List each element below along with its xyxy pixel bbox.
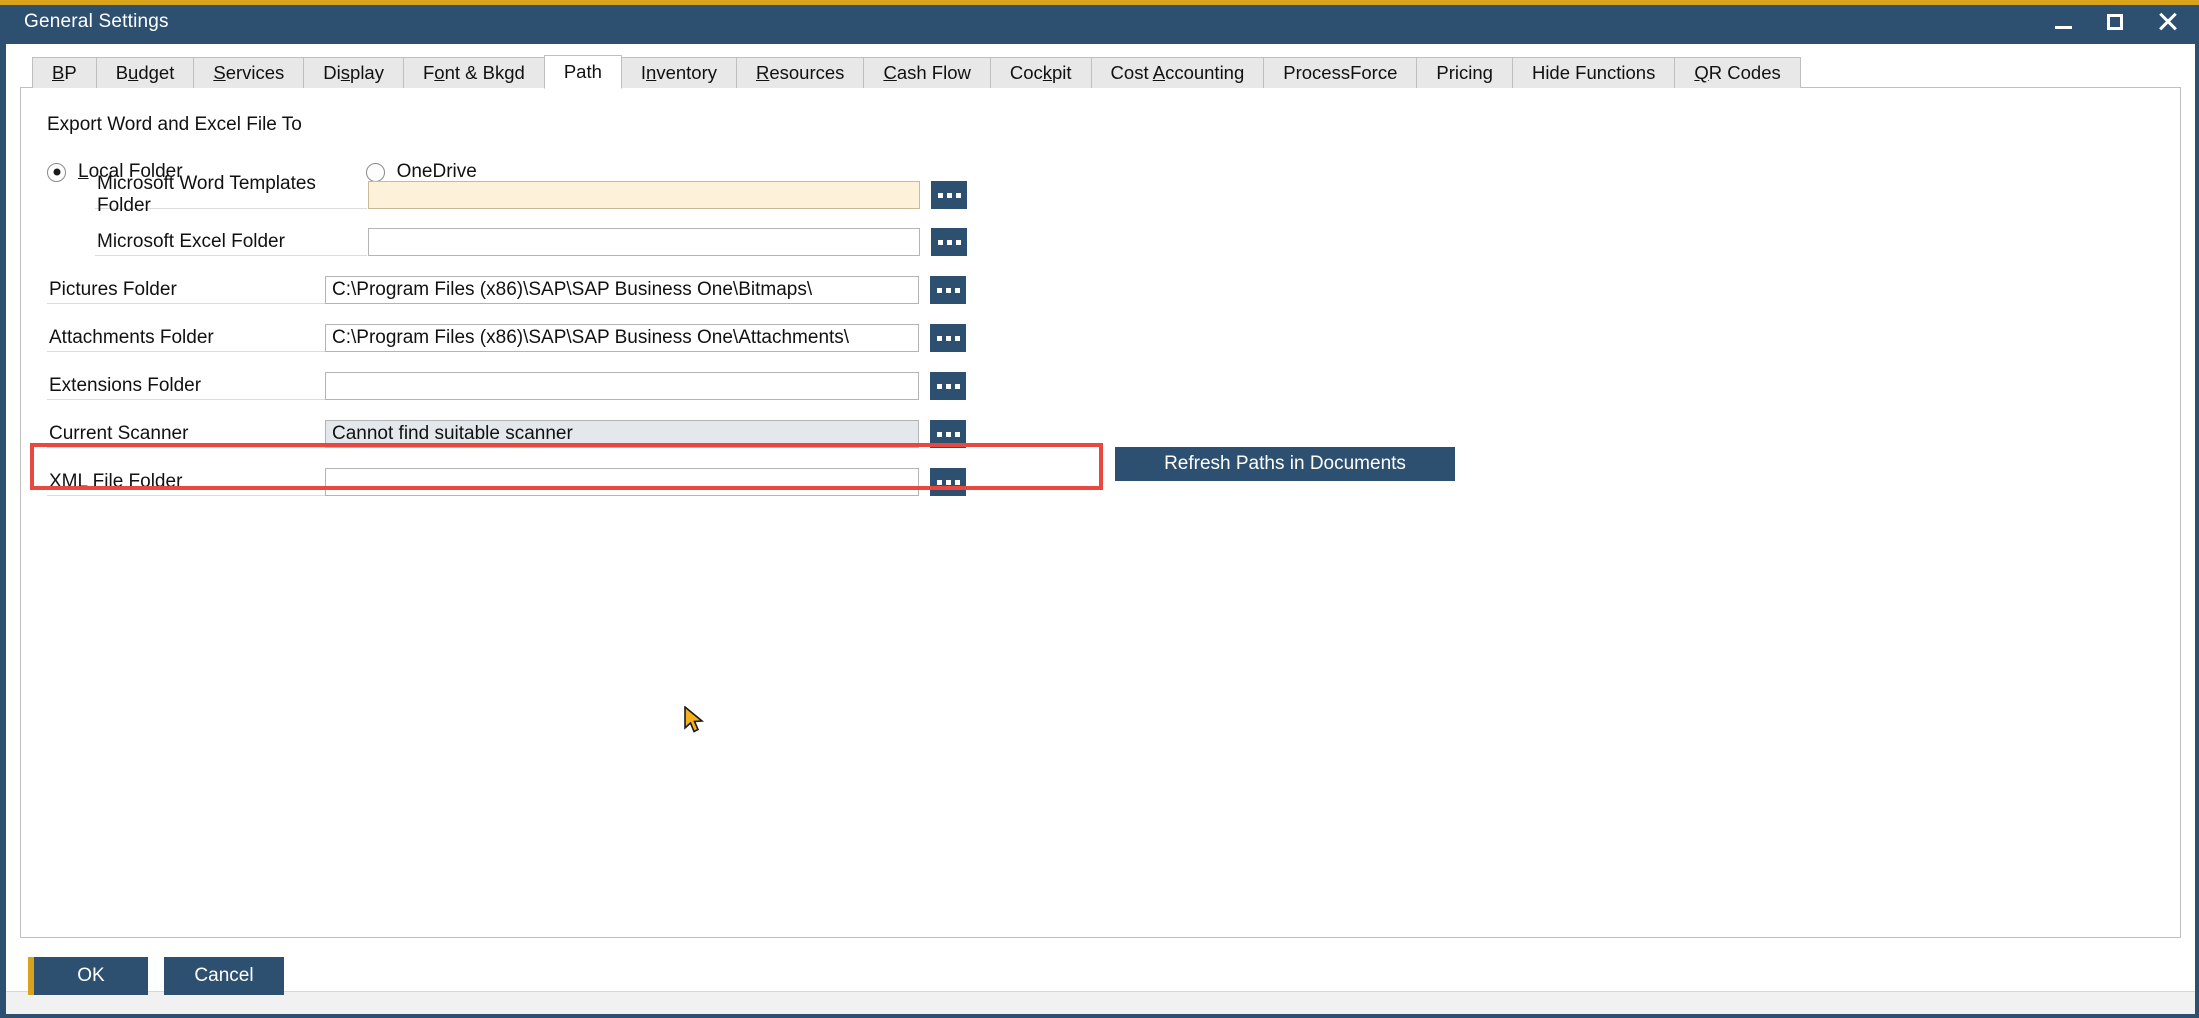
field-row: Microsoft Word Templates Folder [35,181,967,209]
window-titlebar: General Settings [6,0,2195,44]
current-scanner-label: Current Scanner [47,420,367,448]
tab-label: Path [564,61,602,83]
ok-button[interactable]: OK [28,957,148,995]
microsoft-word-templates-folder-input[interactable] [368,181,920,209]
tab-font-bkgd[interactable]: Font & Bkgd [403,57,544,88]
tab-label: Services [213,62,284,84]
tab-display[interactable]: Display [303,57,403,88]
export-section-title: Export Word and Excel File To [47,114,302,136]
pictures-folder-browse-button[interactable] [930,276,966,304]
radio-local-folder-indicator [47,163,66,182]
close-icon[interactable] [2155,9,2181,35]
microsoft-excel-folder-label: Microsoft Excel Folder [95,228,367,256]
pictures-folder-input[interactable]: C:\Program Files (x86)\SAP\SAP Business … [325,276,919,304]
tab-label: BP [52,62,77,84]
xml-file-folder-label: XML File Folder [47,468,367,496]
tab-cost-accounting[interactable]: Cost Accounting [1091,57,1264,88]
microsoft-excel-folder-browse-button[interactable] [931,228,967,256]
window-gold-accent-strip [0,0,2199,5]
refresh-paths-in-documents-button[interactable]: Refresh Paths in Documents [1115,447,1455,481]
tab-resources[interactable]: Resources [736,57,863,88]
window-controls [2051,0,2181,44]
tab-services[interactable]: Services [193,57,303,88]
tab-qr-codes[interactable]: QR Codes [1674,57,1800,88]
tab-label: Cost Accounting [1111,62,1245,84]
field-row: Microsoft Excel Folder [35,228,967,256]
tab-budget[interactable]: Budget [96,57,194,88]
minimize-icon[interactable] [2051,9,2077,35]
settings-tabstrip: BP Budget Services Display Font & Bkgd Path In… [32,54,2181,88]
tab-label: Cash Flow [883,62,970,84]
tab-pricing[interactable]: Pricing [1416,57,1512,88]
microsoft-word-templates-folder-browse-button[interactable] [931,181,967,209]
window-content: BP Budget Services Display Font & Bkgd Path In… [6,44,2195,938]
general-settings-window: General Settings BP Budget Services Display… [0,0,2199,1018]
tab-cash-flow[interactable]: Cash Flow [863,57,989,88]
tab-label: Cockpit [1010,62,1072,84]
maximize-icon[interactable] [2103,9,2129,35]
tab-label: Budget [116,62,175,84]
field-row: XML File Folder [35,468,966,496]
cancel-button[interactable]: Cancel [164,957,284,995]
xml-file-folder-browse-button[interactable] [930,468,966,496]
tab-label: Hide Functions [1532,62,1655,84]
path-tab-panel: Export Word and Excel File To Local Fold… [20,87,2181,938]
radio-onedrive-indicator [366,163,385,182]
window-title: General Settings [24,11,169,33]
attachments-folder-input[interactable]: C:\Program Files (x86)\SAP\SAP Business … [325,324,919,352]
microsoft-excel-folder-input[interactable] [368,228,920,256]
tab-label: Display [323,62,384,84]
attachments-folder-browse-button[interactable] [930,324,966,352]
dialog-footer: OK Cancel [6,938,2195,1014]
current-scanner-input[interactable]: Cannot find suitable scanner [325,420,919,448]
field-row: Attachments FolderC:\Program Files (x86)… [35,324,966,352]
pictures-folder-label: Pictures Folder [47,276,367,304]
extensions-folder-browse-button[interactable] [930,372,966,400]
tab-bp[interactable]: BP [32,57,96,88]
radio-onedrive[interactable]: OneDrive [366,161,477,183]
tab-inventory[interactable]: Inventory [622,57,736,88]
radio-onedrive-label: OneDrive [397,161,477,183]
tab-path[interactable]: Path [544,55,622,89]
tab-label: Resources [756,62,844,84]
tab-label: Pricing [1436,62,1493,84]
tab-label: Font & Bkgd [423,62,525,84]
xml-file-folder-input[interactable] [325,468,919,496]
extensions-folder-label: Extensions Folder [47,372,367,400]
current-scanner-browse-button[interactable] [930,420,966,448]
field-row: Extensions Folder [35,372,966,400]
attachments-folder-label: Attachments Folder [47,324,367,352]
tab-label: ProcessForce [1283,62,1397,84]
microsoft-word-templates-folder-label: Microsoft Word Templates Folder [95,181,367,209]
tab-cockpit[interactable]: Cockpit [990,57,1091,88]
tab-label: Inventory [641,62,717,84]
tab-processforce[interactable]: ProcessForce [1263,57,1416,88]
tab-label: QR Codes [1694,62,1780,84]
tab-hide-functions[interactable]: Hide Functions [1512,57,1674,88]
extensions-folder-input[interactable] [325,372,919,400]
field-row: Current ScannerCannot find suitable scan… [35,420,966,448]
field-row: Pictures FolderC:\Program Files (x86)\SA… [35,276,966,304]
